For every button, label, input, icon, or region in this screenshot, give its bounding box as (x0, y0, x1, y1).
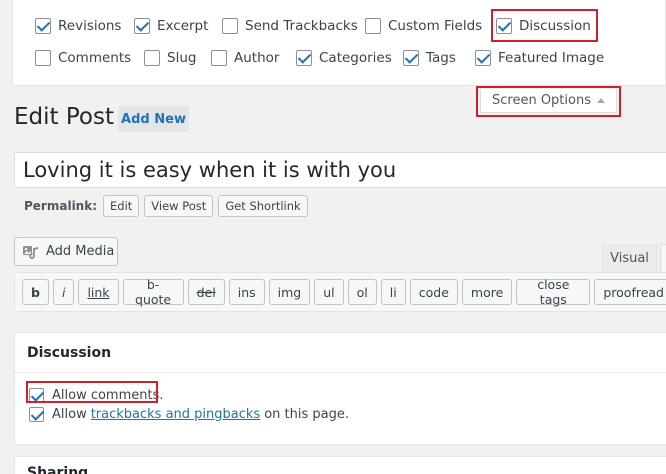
discussion-checkbox[interactable] (496, 18, 512, 34)
option-label: Custom Fields (388, 18, 483, 34)
tab-visual[interactable]: Visual (602, 244, 657, 272)
option-label: Revisions (58, 18, 122, 34)
option-label: Tags (426, 50, 456, 66)
option-label: Slug (167, 50, 197, 66)
option-custom-fields[interactable]: Custom Fields (365, 15, 482, 37)
tags-checkbox[interactable] (403, 50, 419, 66)
edit-permalink-button[interactable]: Edit (103, 195, 140, 217)
qt-li-button[interactable]: li (380, 279, 406, 305)
option-label: Discussion (519, 18, 591, 34)
allow-pre-text: Allow (52, 406, 87, 422)
option-featured-image[interactable]: Featured Image (475, 47, 604, 69)
get-shortlink-button[interactable]: Get Shortlink (218, 195, 308, 217)
allow-comments-label: Allow comments. (52, 387, 164, 403)
allow-trackbacks-option[interactable]: Allow trackbacks and pingbacks on this p… (29, 404, 349, 424)
option-label: Excerpt (157, 18, 209, 34)
media-icon (23, 245, 38, 259)
option-label: Author (234, 50, 280, 66)
slug-checkbox[interactable] (144, 50, 160, 66)
allow-trackbacks-checkbox[interactable] (29, 406, 44, 422)
custom-fields-checkbox[interactable] (365, 18, 381, 34)
send-trackbacks-checkbox[interactable] (222, 18, 238, 34)
option-comments[interactable]: Comments (35, 47, 131, 69)
page-title: Edit Post (14, 104, 114, 130)
author-checkbox[interactable] (211, 50, 227, 66)
qt-italic-button[interactable]: i (52, 279, 75, 305)
add-media-label: Add Media (46, 244, 115, 259)
sharing-title: Sharing (27, 465, 89, 474)
excerpt-checkbox[interactable] (134, 18, 150, 34)
tab-text[interactable] (660, 244, 666, 272)
option-label: Featured Image (498, 50, 605, 66)
screen-options-toggle[interactable]: Screen Options (480, 89, 617, 113)
permalink-row: Permalink: Edit View Post Get Shortlink (24, 194, 308, 218)
option-categories[interactable]: Categories (296, 47, 392, 69)
discussion-title: Discussion (15, 333, 666, 373)
sharing-metabox: Sharing (14, 456, 666, 474)
trackbacks-pingbacks-link[interactable]: trackbacks and pingbacks (91, 407, 261, 422)
arrow-up-icon (597, 97, 605, 103)
comments-checkbox[interactable] (35, 50, 51, 66)
option-slug[interactable]: Slug (144, 47, 196, 69)
allow-comments-checkbox[interactable] (29, 387, 44, 403)
qt-del-button[interactable]: del (187, 279, 225, 305)
qt-ins-button[interactable]: ins (228, 279, 265, 305)
option-discussion[interactable]: Discussion (496, 15, 591, 37)
option-author[interactable]: Author (211, 47, 279, 69)
featured-image-checkbox[interactable] (475, 50, 491, 66)
option-tags[interactable]: Tags (403, 47, 456, 69)
option-label: Comments (58, 50, 132, 66)
add-new-button[interactable]: Add New (118, 106, 189, 132)
screen-options-panel: Revisions Excerpt Send Trackbacks Custom… (12, 0, 666, 86)
revisions-checkbox[interactable] (35, 18, 51, 34)
allow-post-text: on this page. (264, 406, 349, 422)
qt-ol-button[interactable]: ol (347, 279, 377, 305)
qt-bold-button[interactable]: b (22, 279, 49, 305)
screen-options-label: Screen Options (492, 93, 591, 108)
qt-blockquote-button[interactable]: b-quote (122, 277, 184, 307)
option-send-trackbacks[interactable]: Send Trackbacks (222, 15, 358, 37)
qt-code-button[interactable]: code (409, 279, 458, 305)
discussion-metabox: Discussion Allow comments. Allow trackba… (14, 332, 666, 445)
add-media-button[interactable]: Add Media (14, 237, 118, 266)
view-post-button[interactable]: View Post (144, 195, 214, 217)
categories-checkbox[interactable] (296, 50, 312, 66)
quicktags-toolbar: b i link b-quote del ins img ul ol li co… (14, 272, 666, 312)
allow-comments-option[interactable]: Allow comments. (29, 385, 164, 405)
option-label: Categories (319, 50, 392, 66)
option-label: Send Trackbacks (245, 18, 358, 34)
qt-close-tags-button[interactable]: close tags (516, 277, 591, 307)
qt-more-button[interactable]: more (461, 279, 513, 305)
qt-img-button[interactable]: img (268, 279, 311, 305)
qt-ul-button[interactable]: ul (314, 279, 344, 305)
qt-proofread-button[interactable]: proofread (594, 279, 666, 305)
option-excerpt[interactable]: Excerpt (134, 15, 208, 37)
option-revisions[interactable]: Revisions (35, 15, 121, 37)
post-title-input[interactable] (14, 152, 666, 188)
qt-link-button[interactable]: link (78, 279, 119, 305)
permalink-label: Permalink: (24, 199, 98, 213)
